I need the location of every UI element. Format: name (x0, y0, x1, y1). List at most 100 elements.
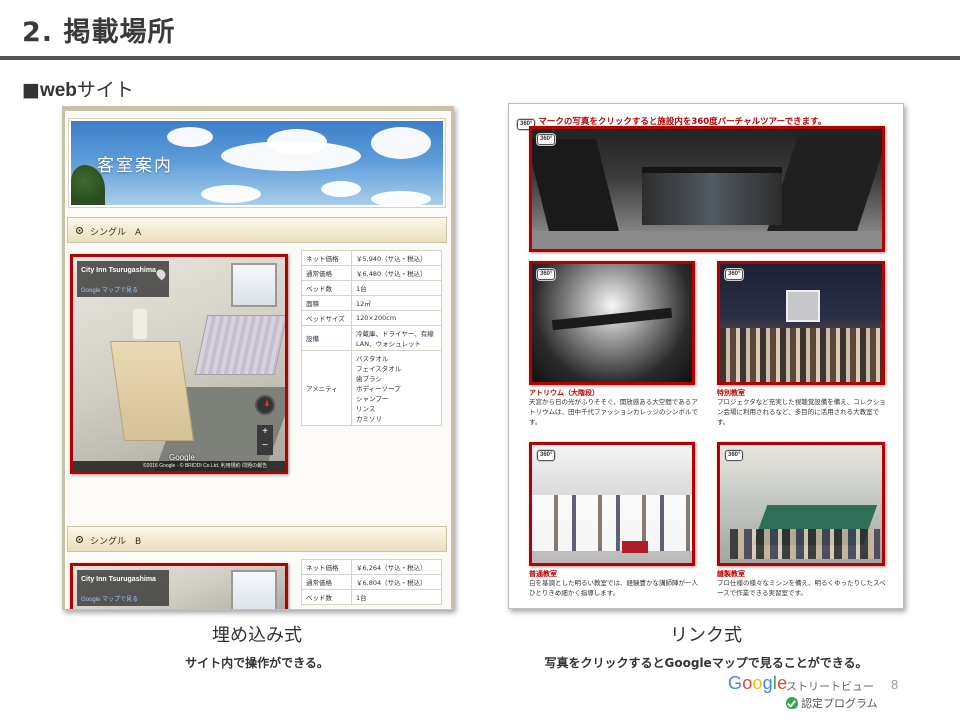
staircase-image (551, 307, 673, 331)
360-badge-icon: 360° (537, 269, 556, 280)
building-image (765, 135, 882, 235)
place-description: プロ仕様の様々なミシンを備え、明るくゆったりしたスペースで作業できる実習室です。 (717, 579, 886, 597)
section-label: ■webサイト (22, 75, 134, 102)
street-view-embed[interactable]: City Inn Tsurugashima Google マップで見る (70, 563, 288, 609)
spec-row: ネット価格 ￥5,940（サ込・税込） (301, 250, 442, 266)
embedded-site-screenshot: 客室案内 シングル A City Inn Tsurugashima Google… (62, 106, 454, 610)
spec-value: 12㎡ (351, 295, 442, 311)
google-maps-link[interactable]: Google マップで見る (81, 285, 138, 294)
spec-row: 設備 冷蔵庫、ドライヤー、有線LAN、ウォシュレット (301, 325, 442, 351)
spec-key: ベッド数 (301, 589, 352, 605)
spec-key: ベッドサイズ (301, 310, 352, 326)
cloud-image (321, 181, 361, 197)
spec-row: ベッド数 1台 (301, 589, 442, 605)
spec-value: ￥6,480（サ込・税込） (351, 265, 442, 281)
360-badge-icon: 360° (537, 450, 556, 461)
red-bag-image (622, 541, 648, 553)
bed-image (194, 315, 285, 375)
spec-value: 1台 (351, 280, 442, 296)
street-view-embed[interactable]: City Inn Tsurugashima Google マップで見る + − … (70, 254, 288, 474)
street-view-info-box: City Inn Tsurugashima Google マップで見る (77, 261, 169, 297)
spec-row: ベッドサイズ 120×200cm (301, 310, 442, 326)
virtual-tour-instruction: マークの写真をクリックすると施設内を360度バーチャルツアーできます。 (538, 116, 827, 127)
building-image (532, 139, 620, 235)
special-classroom-photo[interactable]: 360° (717, 261, 885, 385)
section-bullet: ■ (22, 79, 40, 101)
window-image (231, 570, 277, 609)
spec-key: 通常価格 (301, 265, 352, 281)
360-badge-icon: 360° (725, 450, 744, 461)
room-spec-table-b: ネット価格 ￥6,264（サ込・税込） 通常価格 ￥6,804（サ込・税込） ベッド数 1… (301, 559, 442, 605)
logo-letter: G (728, 673, 743, 693)
cloud-image (371, 191, 431, 205)
students-image (720, 328, 882, 382)
section-suffix: サイト (76, 79, 134, 101)
lamp-image (133, 309, 147, 339)
360-badge-icon: 360° (725, 269, 744, 280)
logo-letter: o (752, 673, 763, 693)
ground-image (532, 231, 882, 249)
spec-key: 面積 (301, 295, 352, 311)
spec-value: バスタオル フェイスタオル 歯ブラシ ボディーソープ シャンプー リンス カミソ… (351, 350, 442, 426)
room-guide-banner: 客室案内 (68, 118, 446, 208)
google-maps-link[interactable]: Google マップで見る (81, 594, 138, 603)
360-badge-icon: 360° (537, 134, 556, 145)
cloud-image (201, 185, 261, 203)
desks-image (532, 495, 692, 551)
slide-title: 2. 掲載場所 (22, 17, 176, 48)
title-divider (0, 56, 960, 60)
spec-value: ￥5,940（サ込・税込） (351, 250, 442, 266)
bullet-icon (76, 536, 83, 543)
place-description: プロジェクタなど充実した視聴覚設備を備え、コレクション会場に利用されるなど、多目… (717, 398, 886, 426)
cloud-image (167, 127, 213, 147)
spec-row: 通常価格 ￥6,804（サ込・税込） (301, 574, 442, 590)
logo-letter: o (742, 673, 753, 693)
window-image (231, 263, 277, 307)
building-entrance-photo[interactable]: 360° (529, 126, 885, 252)
logo-letter: g (762, 673, 773, 693)
atrium-photo[interactable]: 360° (529, 261, 695, 385)
street-view-info-box: City Inn Tsurugashima Google マップで見る (77, 570, 169, 606)
spec-value: 1台 (351, 589, 442, 605)
zoom-out-button[interactable]: − (257, 439, 273, 453)
cloud-image (267, 129, 327, 155)
desk-image (109, 341, 195, 441)
street-view-label: ストリートビュー (786, 680, 874, 693)
room-label: シングル A (90, 228, 142, 238)
link-caption: リンク式 (670, 625, 742, 646)
students-image (730, 529, 880, 559)
street-view-footer[interactable]: ©2016 Google - © BRIDDI Co.Ltd. 利用規約 問題の… (73, 461, 285, 471)
page-number: 8 (891, 677, 899, 692)
compass-icon[interactable] (255, 395, 275, 415)
sewing-classroom-photo[interactable]: 360° (717, 442, 885, 566)
place-description: 白を基調とした明るい教室では、経験豊かな講師陣が一人ひとりきめ細かく指導します。 (529, 579, 698, 597)
hotel-name: City Inn Tsurugashima (81, 267, 156, 274)
bullet-icon (76, 227, 83, 234)
google-logo: Google (728, 673, 787, 694)
cloud-image (371, 127, 431, 159)
hotel-name: City Inn Tsurugashima (81, 576, 156, 583)
room-header-single-b: シングル B (67, 526, 447, 552)
embedded-caption-sub: サイト内で操作ができる。 (185, 656, 329, 670)
entrance-image (642, 167, 782, 225)
embedded-caption: 埋め込み式 (212, 625, 302, 646)
spec-key: アメニティ (301, 350, 352, 426)
spec-value: ￥6,264（サ込・税込） (351, 559, 442, 575)
place-description: 天窓から日の光がふりそそぐ、開放感ある大空間であるアトリウムは、田中千代ファッシ… (529, 398, 698, 426)
spec-key: ベッド数 (301, 280, 352, 296)
link-caption-sub: 写真をクリックするとGoogleマップで見ることができる。 (544, 656, 868, 670)
room-label: シングル B (90, 537, 142, 547)
banner-title: 客室案内 (97, 156, 173, 176)
zoom-control[interactable]: + − (257, 425, 273, 455)
spec-key: ネット価格 (301, 250, 352, 266)
spec-row: 通常価格 ￥6,480（サ込・税込） (301, 265, 442, 281)
spec-key: 通常価格 (301, 574, 352, 590)
spec-row: 面積 12㎡ (301, 295, 442, 311)
spec-value: ￥6,804（サ込・税込） (351, 574, 442, 590)
regular-classroom-photo[interactable]: 360° (529, 442, 695, 566)
shield-check-icon (786, 697, 798, 709)
room-spec-table-a: ネット価格 ￥5,940（サ込・税込） 通常価格 ￥6,480（サ込・税込） ベッド数 1… (301, 250, 442, 426)
zoom-in-button[interactable]: + (257, 425, 273, 439)
section-web: web (39, 80, 77, 101)
spec-key: 設備 (301, 325, 352, 351)
